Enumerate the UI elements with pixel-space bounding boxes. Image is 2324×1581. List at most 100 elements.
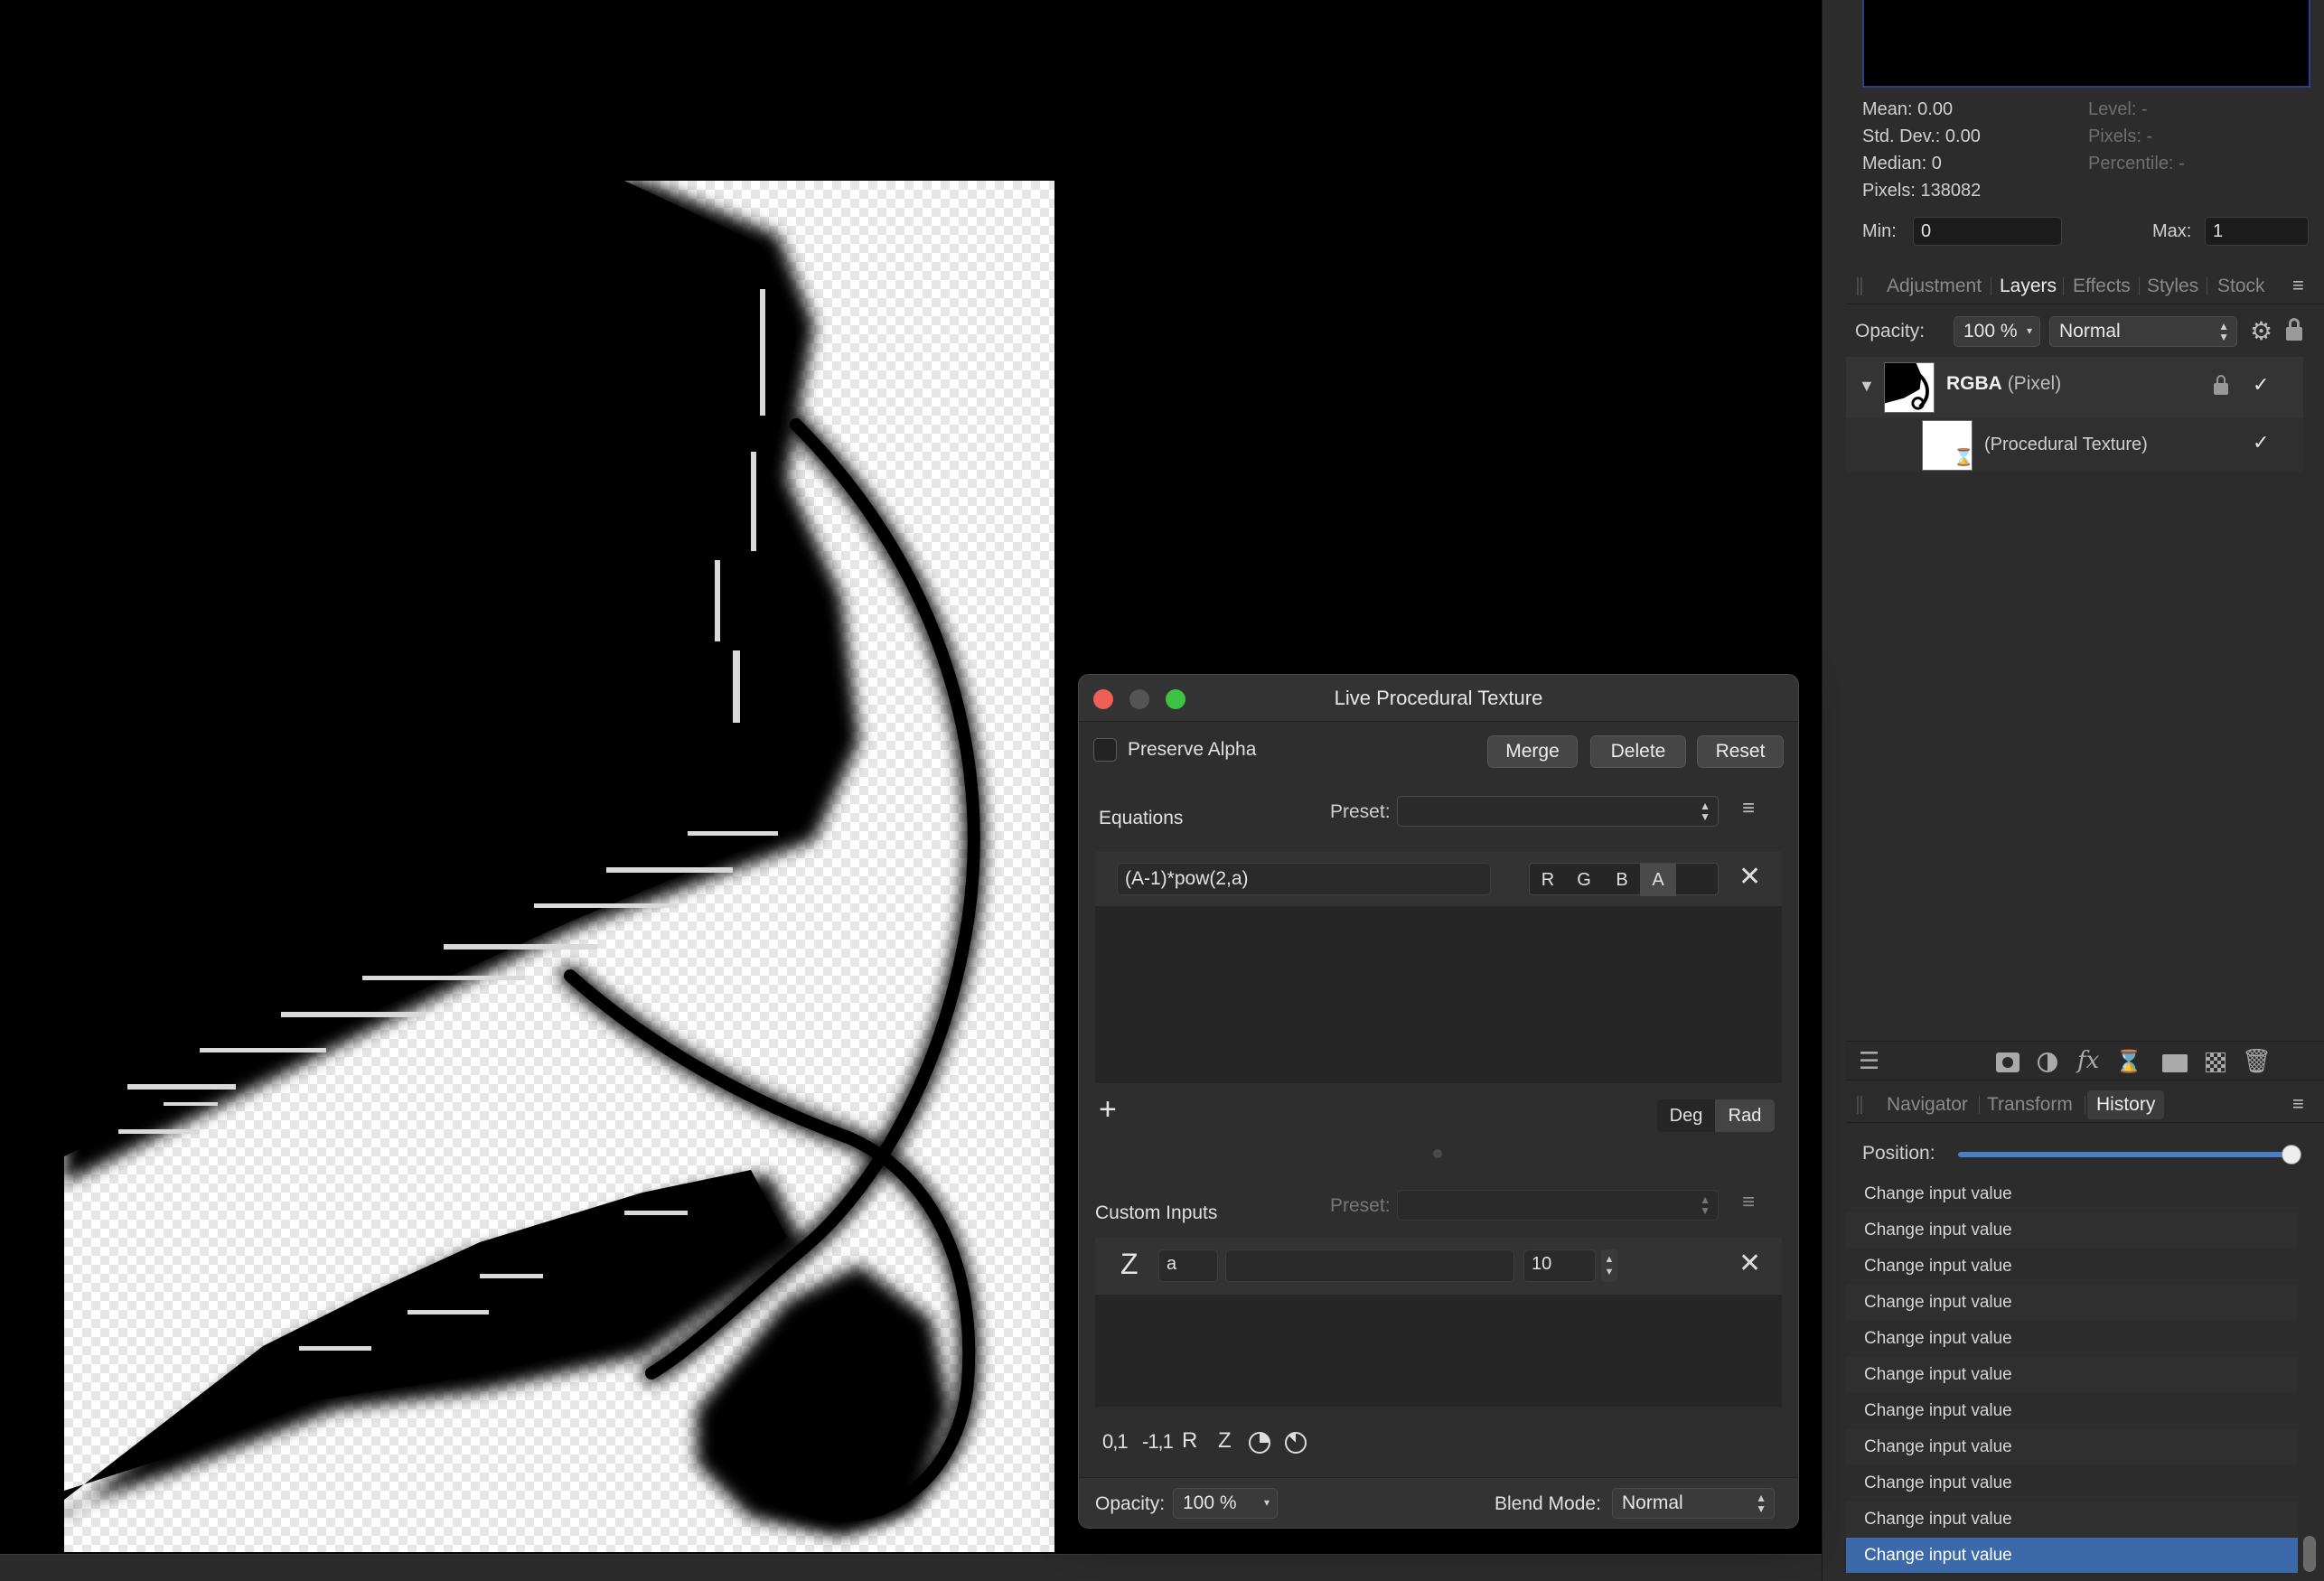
adjustment-icon[interactable] [2038, 1052, 2057, 1072]
delete-button[interactable]: Delete [1590, 735, 1686, 768]
expand-triangle-icon[interactable]: ▼ [1859, 377, 1875, 396]
layers-stack-icon[interactable]: ☰ [1859, 1047, 1879, 1075]
layer-opacity-dropdown[interactable]: 100 % ▾ [1954, 316, 2040, 347]
history-item[interactable]: Change input value [1846, 1538, 2298, 1573]
rad-button[interactable]: Rad [1715, 1099, 1775, 1132]
folder-icon[interactable] [2162, 1054, 2188, 1072]
layer-row-rgba[interactable]: ▼ RGBA (Pixel) ✓ [1846, 357, 2303, 418]
remove-input-icon[interactable]: ✕ [1738, 1248, 1761, 1279]
color-input-icon[interactable] [1249, 1432, 1270, 1454]
layer-visibility-checkbox[interactable]: ✓ [2253, 373, 2269, 397]
dialog-blend-label: Blend Mode: [1495, 1493, 1601, 1514]
reset-button[interactable]: Reset [1697, 735, 1784, 768]
live-filter-icon[interactable]: ⌛ [2115, 1049, 2142, 1075]
panel-menu-icon[interactable]: ≡ [2292, 274, 2304, 297]
layer-blend-value: Normal [2059, 321, 2121, 341]
close-button[interactable] [1093, 689, 1113, 709]
value-stepper-icon[interactable]: ▲ ▼ [1601, 1249, 1617, 1282]
input-type-r-button[interactable]: R [1182, 1428, 1197, 1454]
history-panel-grip[interactable] [1857, 1096, 1862, 1114]
hourglass-icon: ⌛ [1954, 448, 1974, 466]
history-item[interactable]: Change input value [1846, 1176, 2298, 1211]
history-menu-icon[interactable]: ≡ [2292, 1092, 2304, 1116]
merge-button[interactable]: Merge [1487, 735, 1578, 768]
preserve-alpha-checkbox[interactable] [1093, 738, 1117, 762]
channel-g-button[interactable]: G [1566, 864, 1602, 896]
channel-b-button[interactable]: B [1604, 864, 1640, 896]
document-image[interactable] [64, 181, 1054, 1552]
panel-grip[interactable] [1857, 277, 1862, 295]
layer-blend-dropdown[interactable]: Normal ▲ ▼ [2049, 316, 2237, 347]
dialog-opacity-dropdown[interactable]: 100 % ▾ [1173, 1488, 1278, 1519]
history-item[interactable]: Change input value [1846, 1321, 2298, 1356]
tab-stock[interactable]: Stock [2217, 276, 2265, 297]
input-type-01-button[interactable]: 0,1 [1102, 1430, 1129, 1454]
history-item[interactable]: Change input value [1846, 1501, 2298, 1537]
add-equation-button[interactable]: + [1099, 1092, 1117, 1127]
histogram-pixels-right: Pixels: - [2088, 126, 2153, 146]
input-type-z-button[interactable]: Z [1218, 1428, 1232, 1454]
equations-menu-icon[interactable]: ≡ [1742, 796, 1755, 821]
equations-preset-dropdown[interactable]: ▲ ▼ [1397, 796, 1719, 827]
slider-knob[interactable] [2282, 1145, 2301, 1165]
tab-adjustment[interactable]: Adjustment [1887, 276, 1982, 297]
split-handle[interactable] [1433, 1149, 1442, 1158]
equations-preset-label: Preset: [1330, 801, 1391, 822]
position-label: Position: [1862, 1143, 1935, 1164]
channel-r-button[interactable]: R [1530, 864, 1566, 896]
angle-input-icon[interactable] [1285, 1432, 1307, 1454]
custom-inputs-list: Z a 10 ▲ ▼ ✕ [1095, 1237, 1782, 1407]
max-input[interactable]: 1 [2205, 217, 2309, 246]
history-item[interactable]: Change input value [1846, 1465, 2298, 1501]
fx-icon[interactable]: fx [2077, 1047, 2099, 1074]
channel-a-button[interactable]: A [1640, 864, 1676, 896]
tab-styles[interactable]: Styles [2147, 276, 2198, 297]
texture-visibility-checkbox[interactable]: ✓ [2253, 431, 2269, 454]
tab-effects[interactable]: Effects [2073, 276, 2131, 297]
input-value-field[interactable]: 10 [1523, 1249, 1596, 1282]
pixel-layer-icon[interactable] [2206, 1052, 2226, 1072]
deg-button[interactable]: Deg [1657, 1099, 1715, 1132]
tab-navigator[interactable]: Navigator [1887, 1094, 1968, 1116]
history-item[interactable]: Change input value [1846, 1212, 2298, 1248]
equation-row[interactable]: (A-1)*pow(2,a) R G B A ✕ [1095, 852, 1782, 906]
chevron-down-icon: ▾ [1263, 1496, 1270, 1509]
remove-equation-icon[interactable]: ✕ [1738, 861, 1761, 893]
input-value-slider[interactable] [1225, 1249, 1514, 1282]
input-type-neg11-button[interactable]: -1,1 [1142, 1430, 1174, 1454]
history-scrollbar[interactable] [2303, 1536, 2316, 1572]
input-name-field[interactable]: a [1158, 1249, 1218, 1282]
slider-track [1958, 1152, 2301, 1157]
gear-icon[interactable]: ⚙ [2250, 316, 2272, 346]
layer-row-procedural-texture[interactable]: ⌛ (Procedural Texture) ✓ [1846, 418, 2303, 472]
histogram-pixels: Pixels: 138082 [1862, 181, 1982, 201]
dialog-blend-dropdown[interactable]: Normal ▲ ▼ [1612, 1488, 1775, 1519]
image-artwork [64, 181, 984, 1536]
position-slider[interactable] [1958, 1145, 2301, 1165]
history-item[interactable]: Change input value [1846, 1357, 2298, 1392]
history-item[interactable]: Change input value [1846, 1249, 2298, 1284]
min-input[interactable]: 0 [1913, 217, 2062, 246]
layer-name: RGBA [1946, 373, 2002, 394]
status-bar [0, 1554, 1822, 1581]
preserve-alpha-label: Preserve Alpha [1128, 739, 1257, 760]
custom-inputs-menu-icon[interactable]: ≡ [1742, 1190, 1755, 1215]
angle-unit-toggle: Deg Rad [1657, 1099, 1775, 1132]
tab-layers[interactable]: Layers [2000, 276, 2057, 297]
custom-inputs-preset-label: Preset: [1330, 1195, 1391, 1216]
trash-icon[interactable]: 🗑 [2242, 1047, 2272, 1075]
mask-icon[interactable] [1996, 1052, 2019, 1072]
layer-lock-icon[interactable] [2214, 375, 2228, 397]
history-item[interactable]: Change input value [1846, 1393, 2298, 1428]
layer-opacity-label: Opacity: [1855, 321, 1926, 341]
history-item[interactable]: Change input value [1846, 1429, 2298, 1464]
custom-input-row[interactable]: Z a 10 ▲ ▼ ✕ [1095, 1237, 1782, 1295]
equation-input[interactable]: (A-1)*pow(2,a) [1117, 863, 1491, 895]
minimize-button[interactable] [1129, 689, 1149, 709]
tab-transform[interactable]: Transform [1987, 1094, 2073, 1116]
tab-history[interactable]: History [2087, 1090, 2165, 1119]
history-item[interactable]: Change input value [1846, 1285, 2298, 1320]
custom-inputs-preset-dropdown[interactable]: ▲ ▼ [1397, 1190, 1719, 1221]
zoom-button[interactable] [1166, 689, 1185, 709]
lock-icon[interactable] [2286, 318, 2302, 341]
